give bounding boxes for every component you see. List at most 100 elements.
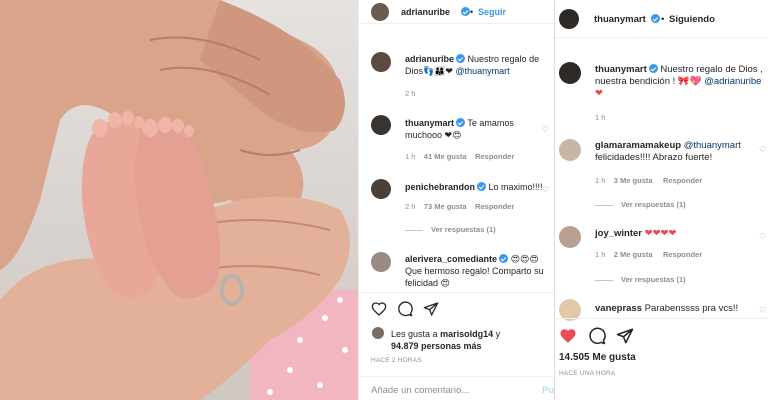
view-replies-label: Ver respuestas (1) xyxy=(621,200,686,209)
post-panel-right: thuanymart • Siguiendo thuanymart Nuestr… xyxy=(555,0,768,400)
comment-time[interactable]: 1 h xyxy=(405,152,415,161)
verified-icon xyxy=(648,64,658,73)
caption-username[interactable]: thuanymart xyxy=(595,64,647,75)
like-heart-icon[interactable] xyxy=(371,301,387,317)
liker-avatar[interactable] xyxy=(372,327,384,339)
comment-bubble-icon[interactable] xyxy=(397,301,413,317)
caption-text-block: thuanymart Nuestro regalo de Dios , nues… xyxy=(595,64,765,100)
caption-mention[interactable]: @thuanymart xyxy=(455,66,509,76)
comment-avatar[interactable] xyxy=(371,115,391,135)
liked-by-text: Les gusta a marisoldg14 y 94.879 persona… xyxy=(391,328,551,352)
comment-username[interactable]: joy_winter xyxy=(595,228,642,239)
caption-avatar[interactable] xyxy=(559,62,581,84)
publish-button[interactable]: Pu xyxy=(542,385,554,396)
liked-by-user[interactable]: marisoldg14 xyxy=(440,329,493,339)
likes-count[interactable]: 14.505 Me gusta xyxy=(559,352,636,363)
comment-avatar[interactable] xyxy=(371,252,391,272)
post-image-graphic xyxy=(0,0,358,400)
view-replies-button[interactable]: Ver respuestas (1) xyxy=(405,225,496,234)
post-header: adrianuribe • Seguir xyxy=(359,0,556,24)
view-replies-label: Ver respuestas (1) xyxy=(621,275,686,284)
post-header: thuanymart • Siguiendo xyxy=(555,0,768,38)
share-send-icon[interactable] xyxy=(423,301,439,317)
comment-username[interactable]: glamaramamakeup xyxy=(595,140,681,151)
comment-text: Parabenssss pra vcs!! xyxy=(644,303,739,314)
caption-time[interactable]: 1 h xyxy=(595,113,605,122)
comment-time[interactable]: 1 h xyxy=(595,176,605,185)
dot-separator: • xyxy=(470,7,474,17)
comment-username[interactable]: penichebrandon xyxy=(405,182,475,192)
comment-reply-button[interactable]: Responder xyxy=(475,202,514,211)
comment-like-icon[interactable]: ♡ xyxy=(542,185,549,194)
comment-like-icon[interactable]: ♡ xyxy=(759,232,766,241)
comment-avatar[interactable] xyxy=(371,179,391,199)
view-replies-button[interactable]: Ver respuestas (1) xyxy=(595,200,686,209)
comment-meta: 1 h 2 Me gusta Responder xyxy=(595,250,702,259)
caption-mention[interactable]: @adrianuribe xyxy=(704,76,761,87)
comment-likes[interactable]: 73 Me gusta xyxy=(424,202,467,211)
author-avatar[interactable] xyxy=(559,9,579,29)
comment-input[interactable]: Añade un comentario... xyxy=(371,385,469,396)
post-actions-section: 14.505 Me gusta HACE UNA HORA xyxy=(555,318,768,400)
reply-line xyxy=(405,229,423,231)
comment-likes[interactable]: 41 Me gusta xyxy=(424,152,467,161)
comment-likes[interactable]: 2 Me gusta xyxy=(614,250,653,259)
verified-icon xyxy=(477,182,487,191)
caption-username[interactable]: adrianuribe xyxy=(405,54,454,64)
comment-text-block: glamaramamakeup @thuanymart felicidades!… xyxy=(595,140,755,164)
comment-avatar[interactable] xyxy=(559,226,581,248)
verified-icon xyxy=(651,14,660,23)
liked-heart-icon[interactable] xyxy=(559,327,577,345)
reply-line xyxy=(595,279,613,281)
dot-separator: • xyxy=(661,14,665,25)
comment-meta: 1 h 3 Me gusta Responder xyxy=(595,176,702,185)
comment-meta: 2 h 73 Me gusta Responder xyxy=(405,202,545,211)
liked-by-suffix: y xyxy=(495,329,501,339)
following-button[interactable]: Siguiendo xyxy=(669,14,715,25)
post-age[interactable]: HACE 2 HORAS xyxy=(371,357,422,364)
comment-likes[interactable]: 3 Me gusta xyxy=(614,176,653,185)
comment-meta: 1 h 41 Me gusta Responder xyxy=(405,152,545,161)
caption-avatar[interactable] xyxy=(371,52,391,72)
comment-text-block: thuanymart Te amamos muchooo ❤😍 xyxy=(405,117,535,141)
comment-username[interactable]: thuanymart xyxy=(405,118,454,128)
add-comment-bar: Añade un comentario... Pu xyxy=(359,376,556,400)
liked-by-count[interactable]: 94.879 personas más xyxy=(391,341,482,351)
author-avatar[interactable] xyxy=(371,3,389,21)
comment-username[interactable]: alerivera_comediante xyxy=(405,254,497,264)
verified-icon xyxy=(456,118,466,127)
view-replies-button[interactable]: Ver respuestas (1) xyxy=(595,275,686,284)
comment-avatar[interactable] xyxy=(559,139,581,161)
liked-by-prefix: Les gusta a xyxy=(391,329,438,339)
reply-line xyxy=(595,204,613,206)
verified-icon xyxy=(499,254,509,263)
comment-bubble-icon[interactable] xyxy=(588,327,606,345)
caption-text-block: adrianuribe Nuestro regalo de Dios👣👨‍👩‍👦… xyxy=(405,53,553,77)
comment-text-block: vaneprass Parabenssss pra vcs!! xyxy=(595,303,755,315)
comment-like-icon[interactable]: ♡ xyxy=(542,125,549,134)
follow-button[interactable]: Seguir xyxy=(478,7,506,17)
verified-icon xyxy=(461,7,470,16)
share-send-icon[interactable] xyxy=(616,327,634,345)
verified-icon xyxy=(456,54,466,63)
comment-mention[interactable]: @thuanymart xyxy=(684,140,741,151)
comment-username[interactable]: vaneprass xyxy=(595,303,642,314)
post-image[interactable] xyxy=(0,0,358,400)
caption-heart: ❤ xyxy=(595,88,603,99)
post-panel-left: adrianuribe • Seguir adrianuribe Nuestro… xyxy=(358,0,556,400)
author-username[interactable]: thuanymart xyxy=(594,14,646,25)
author-username[interactable]: adrianuribe xyxy=(401,7,450,17)
comment-reply-button[interactable]: Responder xyxy=(663,250,702,259)
comment-like-icon[interactable]: ♡ xyxy=(759,306,766,315)
comment-like-icon[interactable]: ♡ xyxy=(759,145,766,154)
comment-time[interactable]: 1 h xyxy=(595,250,605,259)
post-age[interactable]: HACE UNA HORA xyxy=(559,370,615,377)
comment-text: felicidades!!!! Abrazo fuerte! xyxy=(595,152,713,163)
comment-text: ❤❤❤❤ xyxy=(644,228,677,239)
comment-reply-button[interactable]: Responder xyxy=(663,176,702,185)
view-replies-label: Ver respuestas (1) xyxy=(431,225,496,234)
comment-time[interactable]: 2 h xyxy=(405,202,415,211)
caption-time[interactable]: 2 h xyxy=(405,89,415,98)
comment-reply-button[interactable]: Responder xyxy=(475,152,514,161)
comment-text-block: penichebrandon Lo maximo!!!! xyxy=(405,181,545,193)
